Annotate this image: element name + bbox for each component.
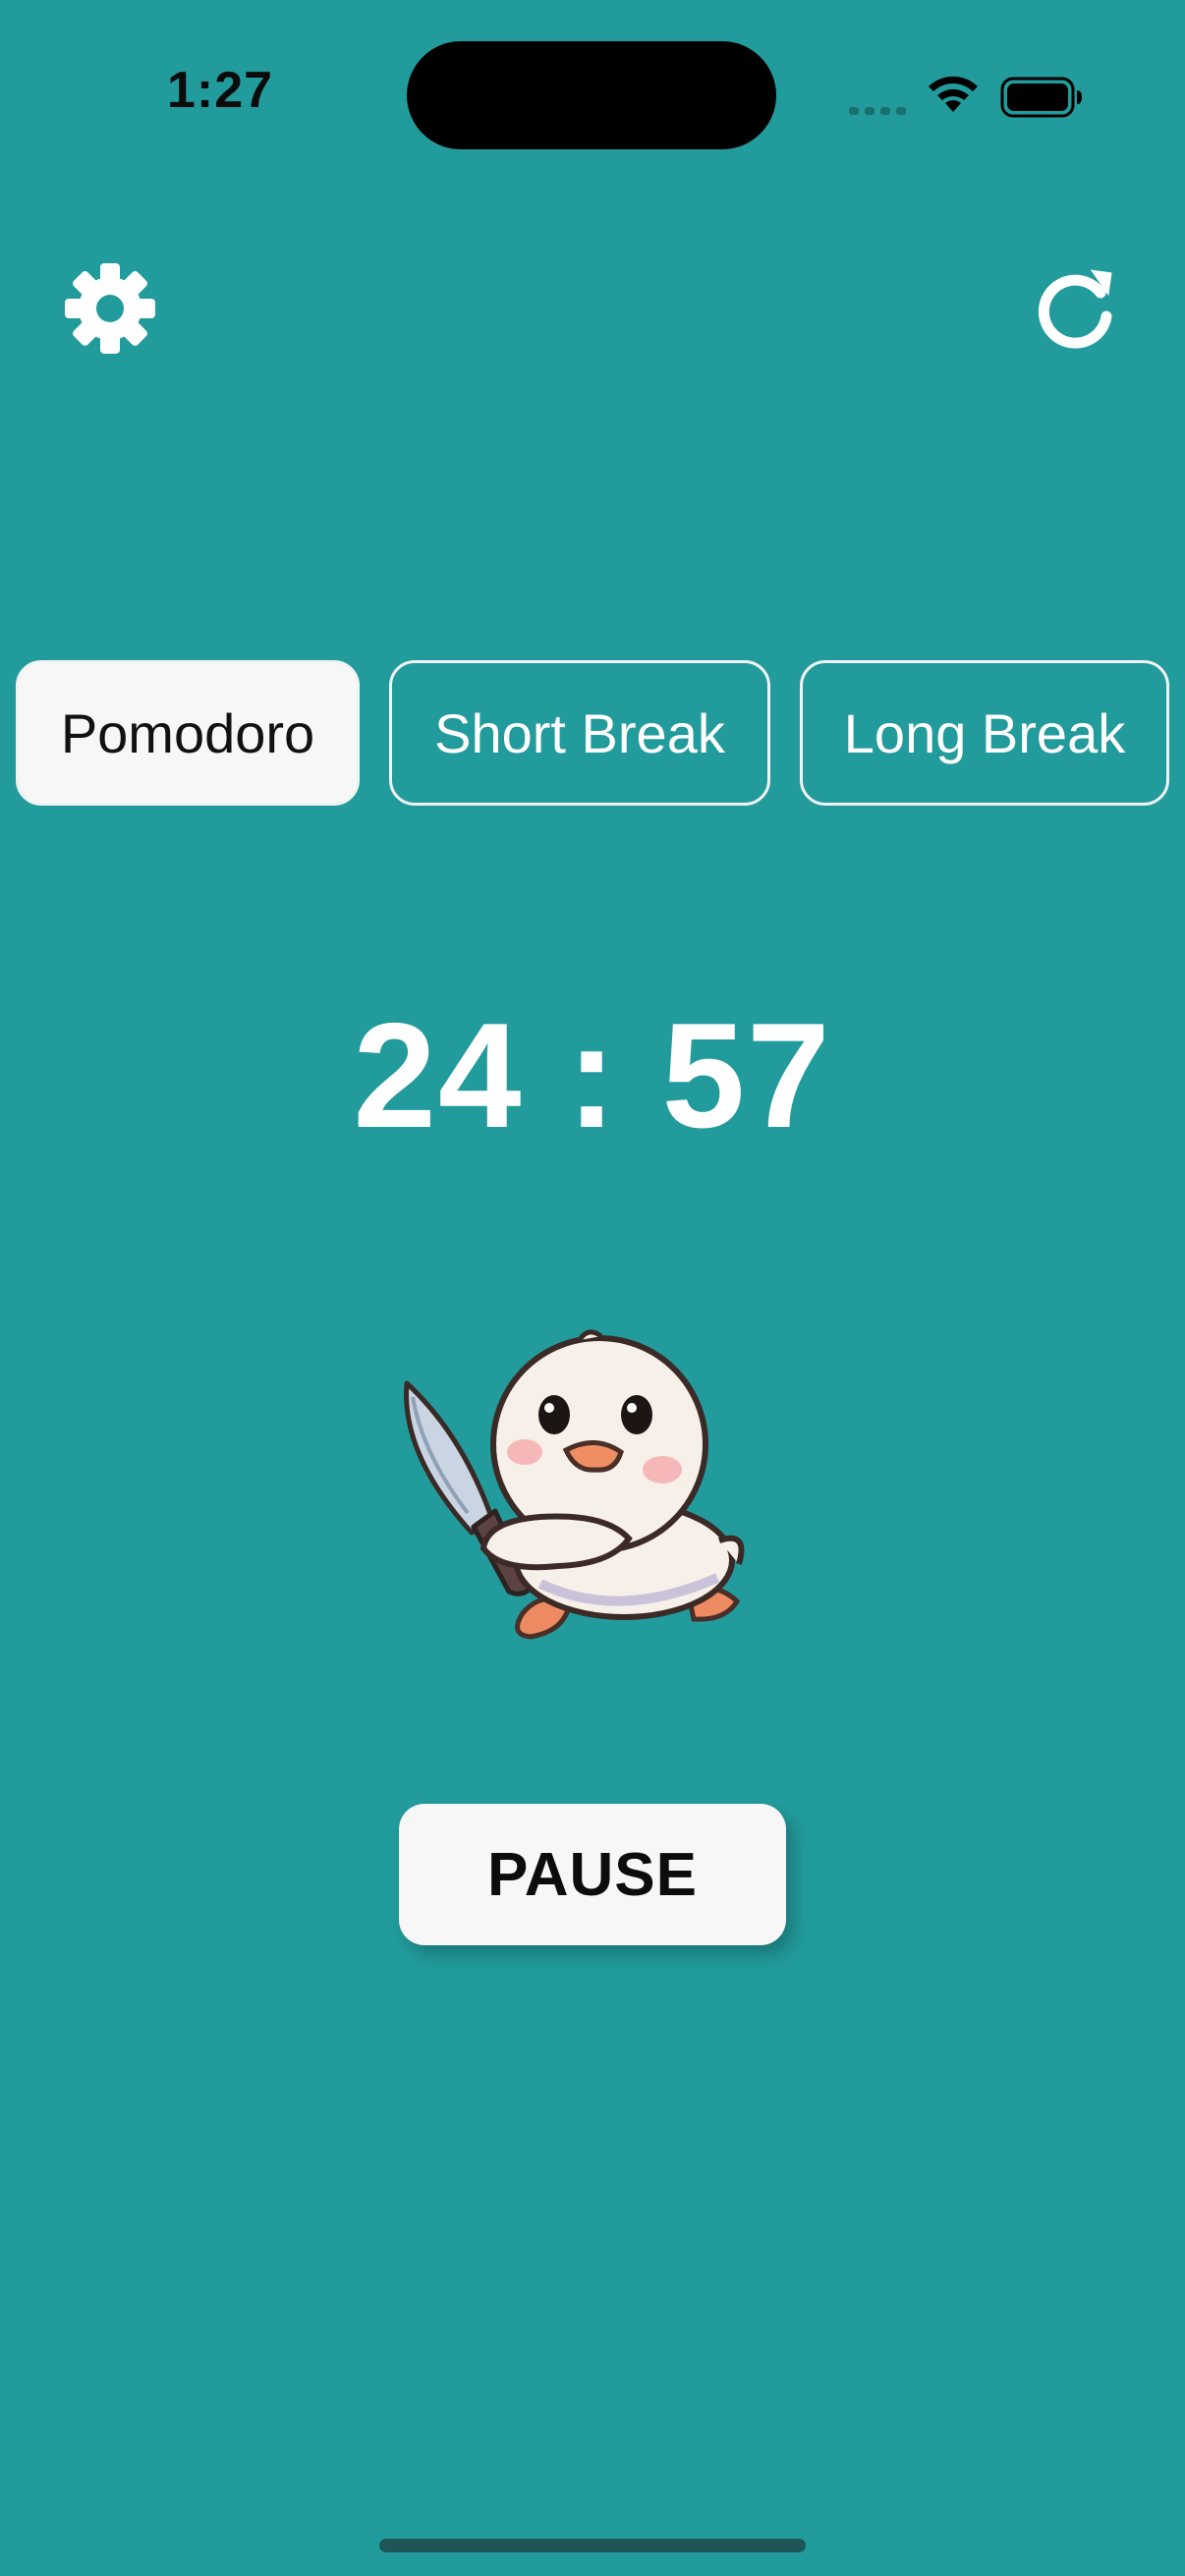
battery-icon: [1000, 77, 1082, 118]
duck-with-knife-illustration: [404, 1329, 745, 1640]
status-time: 1:27: [167, 62, 274, 119]
tab-short-break[interactable]: Short Break: [389, 660, 770, 806]
cellular-signal-icon: [849, 107, 906, 115]
home-indicator[interactable]: [379, 2539, 806, 2552]
gear-icon[interactable]: [63, 261, 157, 356]
pause-button[interactable]: PAUSE: [399, 1804, 786, 1945]
dynamic-island: [407, 41, 776, 149]
wifi-icon: [929, 76, 978, 112]
timer-display: 24 : 57: [353, 992, 832, 1159]
tab-long-break[interactable]: Long Break: [800, 660, 1169, 806]
tab-pomodoro[interactable]: Pomodoro: [16, 660, 360, 806]
refresh-icon[interactable]: [1032, 265, 1120, 354]
